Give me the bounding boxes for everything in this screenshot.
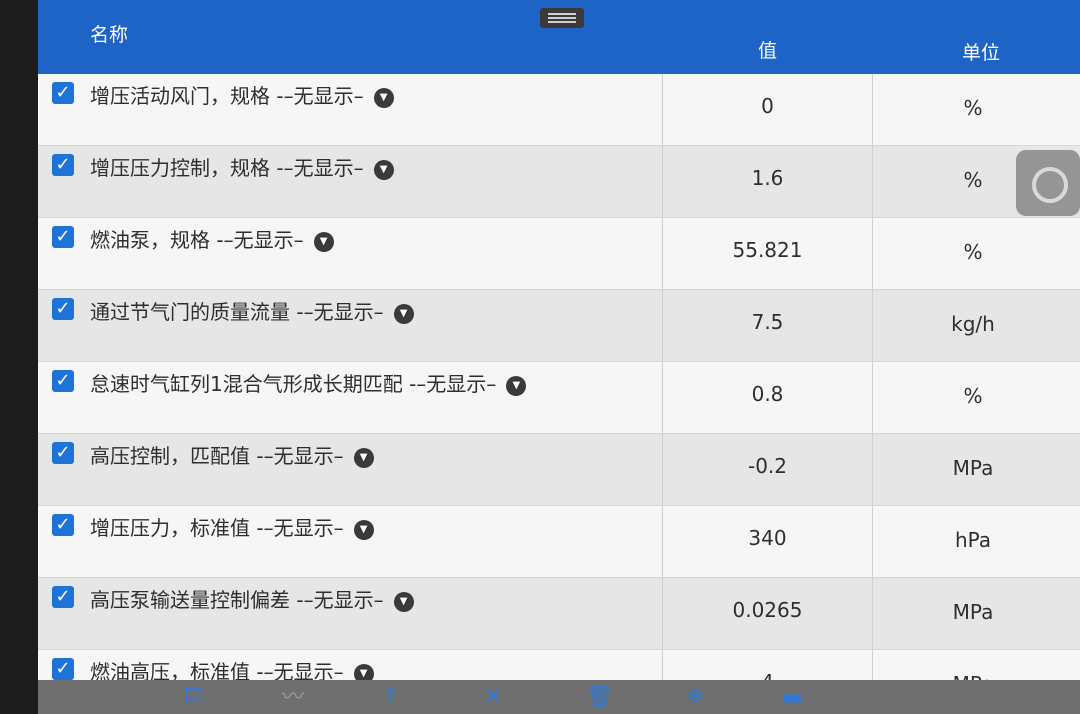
row-value: 340 bbox=[748, 526, 787, 550]
chevron-down-circle-icon[interactable]: ▼ bbox=[393, 303, 414, 324]
header-value: 值 bbox=[758, 40, 778, 62]
row-name: 增压压力控制，规格 -–无显示– bbox=[90, 156, 364, 180]
row-value: 0 bbox=[761, 94, 774, 118]
row-name: 通过节气门的质量流量 -–无显示– bbox=[90, 300, 384, 324]
row-name: 增压活动风门，规格 -–无显示– bbox=[90, 84, 364, 108]
table-row[interactable]: ✓ 增压压力，标准值 -–无显示– ▼ 340 hPa bbox=[38, 506, 1080, 578]
data-table: ✓ 增压活动风门，规格 -–无显示– ▼ 0 % ✓ 增压压力控制，规格 -–无显… bbox=[38, 74, 1080, 714]
row-unit: MPa bbox=[952, 600, 994, 624]
graph-icon[interactable]: 〰 bbox=[282, 686, 304, 710]
drag-handle[interactable] bbox=[540, 8, 584, 28]
row-value: 55.821 bbox=[732, 238, 803, 262]
chevron-down-circle-icon[interactable]: ▼ bbox=[373, 87, 394, 108]
select-all-icon[interactable]: ☑ bbox=[184, 686, 204, 710]
row-unit: % bbox=[963, 384, 983, 408]
checkbox-checked-icon[interactable]: ✓ bbox=[52, 154, 74, 176]
record-icon[interactable]: ▬ bbox=[782, 686, 803, 710]
row-name: 高压控制，匹配值 -–无显示– bbox=[90, 444, 344, 468]
bottom-toolbar: ☑ 〰 ⤒ ✕ 🗑 ❄ ▬ bbox=[38, 680, 1080, 714]
table-header: 名称 值 单位 bbox=[38, 0, 1080, 74]
table-row[interactable]: ✓ 增压压力控制，规格 -–无显示– ▼ 1.6 % bbox=[38, 146, 1080, 218]
row-unit: hPa bbox=[954, 528, 992, 552]
data-stream-screen: 名称 值 单位 ✓ 增压活动风门，规格 -–无显示– ▼ 0 % ✓ 增压压力控制… bbox=[38, 0, 1080, 714]
row-unit: MPa bbox=[952, 456, 994, 480]
chevron-down-circle-icon[interactable]: ▼ bbox=[353, 519, 374, 540]
checkbox-checked-icon[interactable]: ✓ bbox=[52, 370, 74, 392]
chevron-down-circle-icon[interactable]: ▼ bbox=[373, 159, 394, 180]
row-value: 1.6 bbox=[751, 166, 784, 190]
checkbox-checked-icon[interactable]: ✓ bbox=[52, 514, 74, 536]
floating-assist-button[interactable] bbox=[1016, 150, 1080, 216]
circle-icon bbox=[1032, 167, 1068, 203]
row-value: 0.0265 bbox=[732, 598, 803, 622]
chevron-down-circle-icon[interactable]: ▼ bbox=[506, 375, 527, 396]
table-row[interactable]: ✓ 高压泵输送量控制偏差 -–无显示– ▼ 0.0265 MPa bbox=[38, 578, 1080, 650]
table-row[interactable]: ✓ 燃油泵，规格 -–无显示– ▼ 55.821 % bbox=[38, 218, 1080, 290]
table-row[interactable]: ✓ 高压控制，匹配值 -–无显示– ▼ -0.2 MPa bbox=[38, 434, 1080, 506]
table-row[interactable]: ✓ 怠速时气缸列1混合气形成长期匹配 -–无显示– ▼ 0.8 % bbox=[38, 362, 1080, 434]
row-value: 7.5 bbox=[751, 310, 784, 334]
checkbox-checked-icon[interactable]: ✓ bbox=[52, 82, 74, 104]
row-unit: % bbox=[963, 240, 983, 264]
row-name: 增压压力，标准值 -–无显示– bbox=[90, 516, 344, 540]
freeze-icon[interactable]: ❄ bbox=[686, 686, 704, 710]
chevron-down-circle-icon[interactable]: ▼ bbox=[353, 447, 374, 468]
table-row[interactable]: ✓ 通过节气门的质量流量 -–无显示– ▼ 7.5 kg/h bbox=[38, 290, 1080, 362]
chevron-down-circle-icon[interactable]: ▼ bbox=[313, 231, 334, 252]
tools-icon[interactable]: ✕ bbox=[484, 686, 502, 710]
row-value: 0.8 bbox=[751, 382, 784, 406]
checkbox-checked-icon[interactable]: ✓ bbox=[52, 442, 74, 464]
row-value: -0.2 bbox=[747, 454, 788, 478]
chevron-down-circle-icon[interactable]: ▼ bbox=[393, 591, 414, 612]
header-unit: 单位 bbox=[962, 42, 1001, 64]
row-name: 高压泵输送量控制偏差 -–无显示– bbox=[90, 588, 384, 612]
checkbox-checked-icon[interactable]: ✓ bbox=[52, 586, 74, 608]
row-name: 燃油泵，规格 -–无显示– bbox=[90, 228, 304, 252]
delete-icon[interactable]: 🗑 bbox=[586, 686, 614, 710]
table-row[interactable]: ✓ 增压活动风门，规格 -–无显示– ▼ 0 % bbox=[38, 74, 1080, 146]
row-unit: kg/h bbox=[951, 312, 995, 336]
checkbox-checked-icon[interactable]: ✓ bbox=[52, 658, 74, 680]
checkbox-checked-icon[interactable]: ✓ bbox=[52, 226, 74, 248]
row-name: 怠速时气缸列1混合气形成长期匹配 -–无显示– bbox=[90, 372, 497, 396]
row-unit: % bbox=[963, 96, 983, 120]
checkbox-checked-icon[interactable]: ✓ bbox=[52, 298, 74, 320]
header-name: 名称 bbox=[90, 24, 129, 46]
pin-top-icon[interactable]: ⤒ bbox=[386, 686, 396, 710]
